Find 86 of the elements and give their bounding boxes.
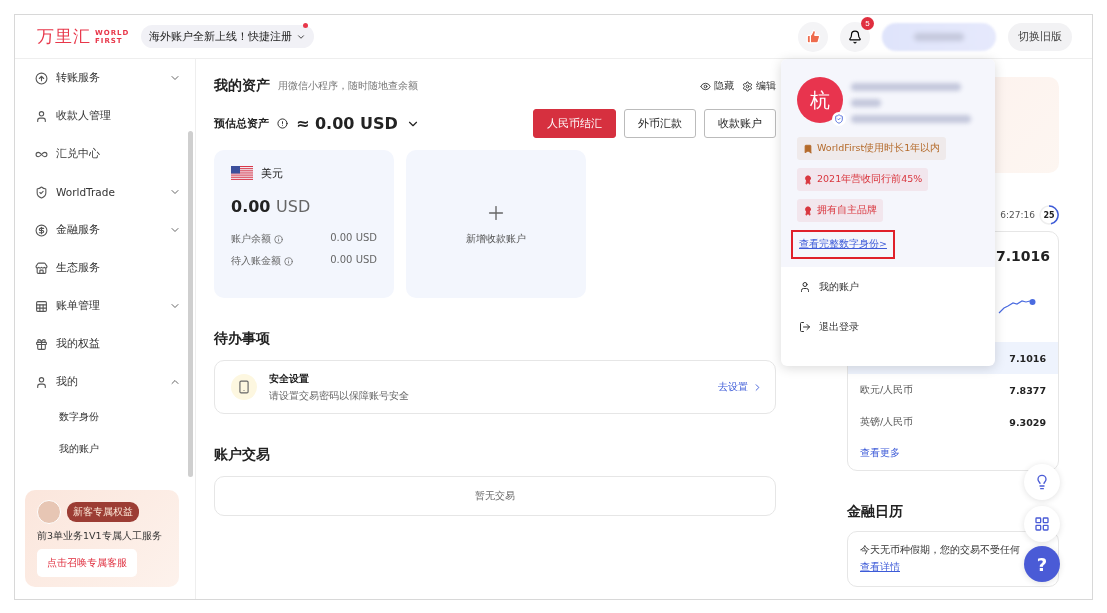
sidebar-item[interactable]: 收款人管理: [25, 97, 181, 135]
notification-count: 5: [861, 16, 874, 30]
award-icon: [803, 205, 813, 216]
sidebar-item[interactable]: 账单管理: [25, 287, 181, 325]
todo-title: 安全设置: [269, 371, 310, 386]
switch-version-button[interactable]: 切换旧版: [1008, 22, 1072, 51]
info-icon: [284, 256, 293, 266]
countdown-time: 6:27:16: [1000, 210, 1035, 220]
balance-value: 0.00 USD: [330, 232, 377, 245]
avatar: 杭: [797, 77, 843, 123]
sidebar-item[interactable]: 我的权益: [25, 325, 181, 363]
total-assets-label: 预估总资产: [214, 116, 269, 131]
grid-icon: [1034, 516, 1050, 532]
sidebar-icon: [35, 109, 48, 123]
eye-icon: [700, 80, 711, 92]
currency-name: 美元: [261, 166, 283, 181]
asset-action-button[interactable]: 隐藏: [700, 79, 734, 93]
help-button[interactable]: ?: [1024, 546, 1060, 582]
section-title: 账户交易: [214, 446, 271, 464]
menu-item[interactable]: 退出登录: [781, 307, 995, 347]
balance-label: 待入账金额: [231, 254, 281, 268]
bell-icon: [848, 29, 862, 44]
lightbulb-button[interactable]: [1024, 464, 1060, 500]
promo-pill[interactable]: 海外账户全新上线！快捷注册: [141, 25, 315, 48]
total-assets-value: ≈ 0.00 USD: [296, 114, 398, 133]
avatar-placeholder: [37, 500, 61, 524]
logout-icon: [799, 321, 811, 333]
award-icon: [803, 174, 813, 185]
flag-icon: [231, 166, 253, 181]
section-subtitle: 用微信小程序，随时随地查余额: [278, 79, 418, 93]
thumbs-up-icon: [805, 29, 821, 44]
balance-label: 账户余额: [231, 232, 271, 246]
sidebar-icon: [35, 299, 48, 313]
scrollbar[interactable]: [188, 131, 193, 477]
add-account-card[interactable]: 新增收款账户: [406, 150, 586, 298]
action-button[interactable]: 收款账户: [704, 109, 776, 138]
profile-tag: 拥有自主品牌: [797, 199, 883, 222]
info-icon: [277, 118, 288, 129]
calendar-text: 今天无币种假期，您的交易不受任何: [860, 544, 1021, 557]
lightbulb-icon: [1034, 474, 1050, 490]
sidebar-item[interactable]: 金融服务: [25, 211, 181, 249]
sidebar-subitem[interactable]: 数字身份: [25, 401, 181, 433]
view-details-link[interactable]: 查看详情: [860, 561, 900, 574]
settings-icon: [742, 80, 753, 92]
info-icon: [274, 234, 283, 244]
balance-value: 0.00 USD: [330, 254, 377, 267]
section-title: 待办事项: [214, 330, 271, 348]
sidebar-icon: [35, 261, 48, 275]
sidebar-icon: [35, 337, 48, 351]
promo-text: 前3单业务1V1专属人工服务: [37, 530, 163, 543]
empty-transactions: 暂无交易: [214, 476, 776, 516]
thumbs-up-button[interactable]: [798, 21, 828, 52]
bookmark-icon: [803, 143, 813, 154]
asset-action-button[interactable]: 编辑: [742, 79, 776, 93]
action-button[interactable]: 外币汇款: [624, 109, 696, 138]
sidebar-icon: [35, 185, 48, 199]
digital-identity-link[interactable]: 查看完整数字身份>: [791, 230, 895, 259]
action-button[interactable]: 人民币结汇: [533, 109, 616, 138]
account-amount: 0.00 USD: [231, 197, 312, 216]
sidebar-icon: [35, 375, 48, 389]
user-icon: [799, 281, 811, 293]
rate-row[interactable]: 欧元/人民币 7.8377: [848, 374, 1058, 406]
rate-row[interactable]: 英镑/人民币 9.3029: [848, 406, 1058, 438]
sidebar-icon: [35, 71, 48, 85]
section-title: 金融日历: [847, 503, 904, 521]
profile-tag: WorldFirst使用时长1年以内: [797, 137, 947, 160]
rate-headline: 7.1016: [995, 248, 1051, 264]
section-title: 我的资产: [214, 77, 270, 95]
todo-description: 请设置交易密码以保障账号安全: [269, 388, 410, 403]
sidebar-item[interactable]: WorldTrade: [25, 173, 181, 211]
sidebar-icon: [35, 223, 48, 237]
sparkline-drawing: [998, 298, 1036, 314]
sidebar-item[interactable]: 生态服务: [25, 249, 181, 287]
verified-icon: [832, 112, 846, 126]
contact-service-button[interactable]: 点击召唤专属客服: [37, 549, 137, 577]
menu-item[interactable]: 我的账户: [781, 267, 995, 307]
sidebar-subitem[interactable]: 我的账户: [25, 433, 181, 465]
sidebar-item[interactable]: 汇兑中心: [25, 135, 181, 173]
refresh-timer: 25: [1039, 205, 1059, 225]
sidebar-item[interactable]: 转账服务: [25, 59, 181, 97]
todo-link[interactable]: 去设置: [718, 380, 763, 394]
profile-tag: 2021年营收同行前45%: [797, 168, 929, 191]
grid-button[interactable]: [1024, 506, 1060, 542]
view-more-link[interactable]: 查看更多: [848, 438, 1058, 460]
promo-badge: 新客专属权益: [67, 502, 139, 522]
sidebar-item[interactable]: 我的: [25, 363, 181, 401]
